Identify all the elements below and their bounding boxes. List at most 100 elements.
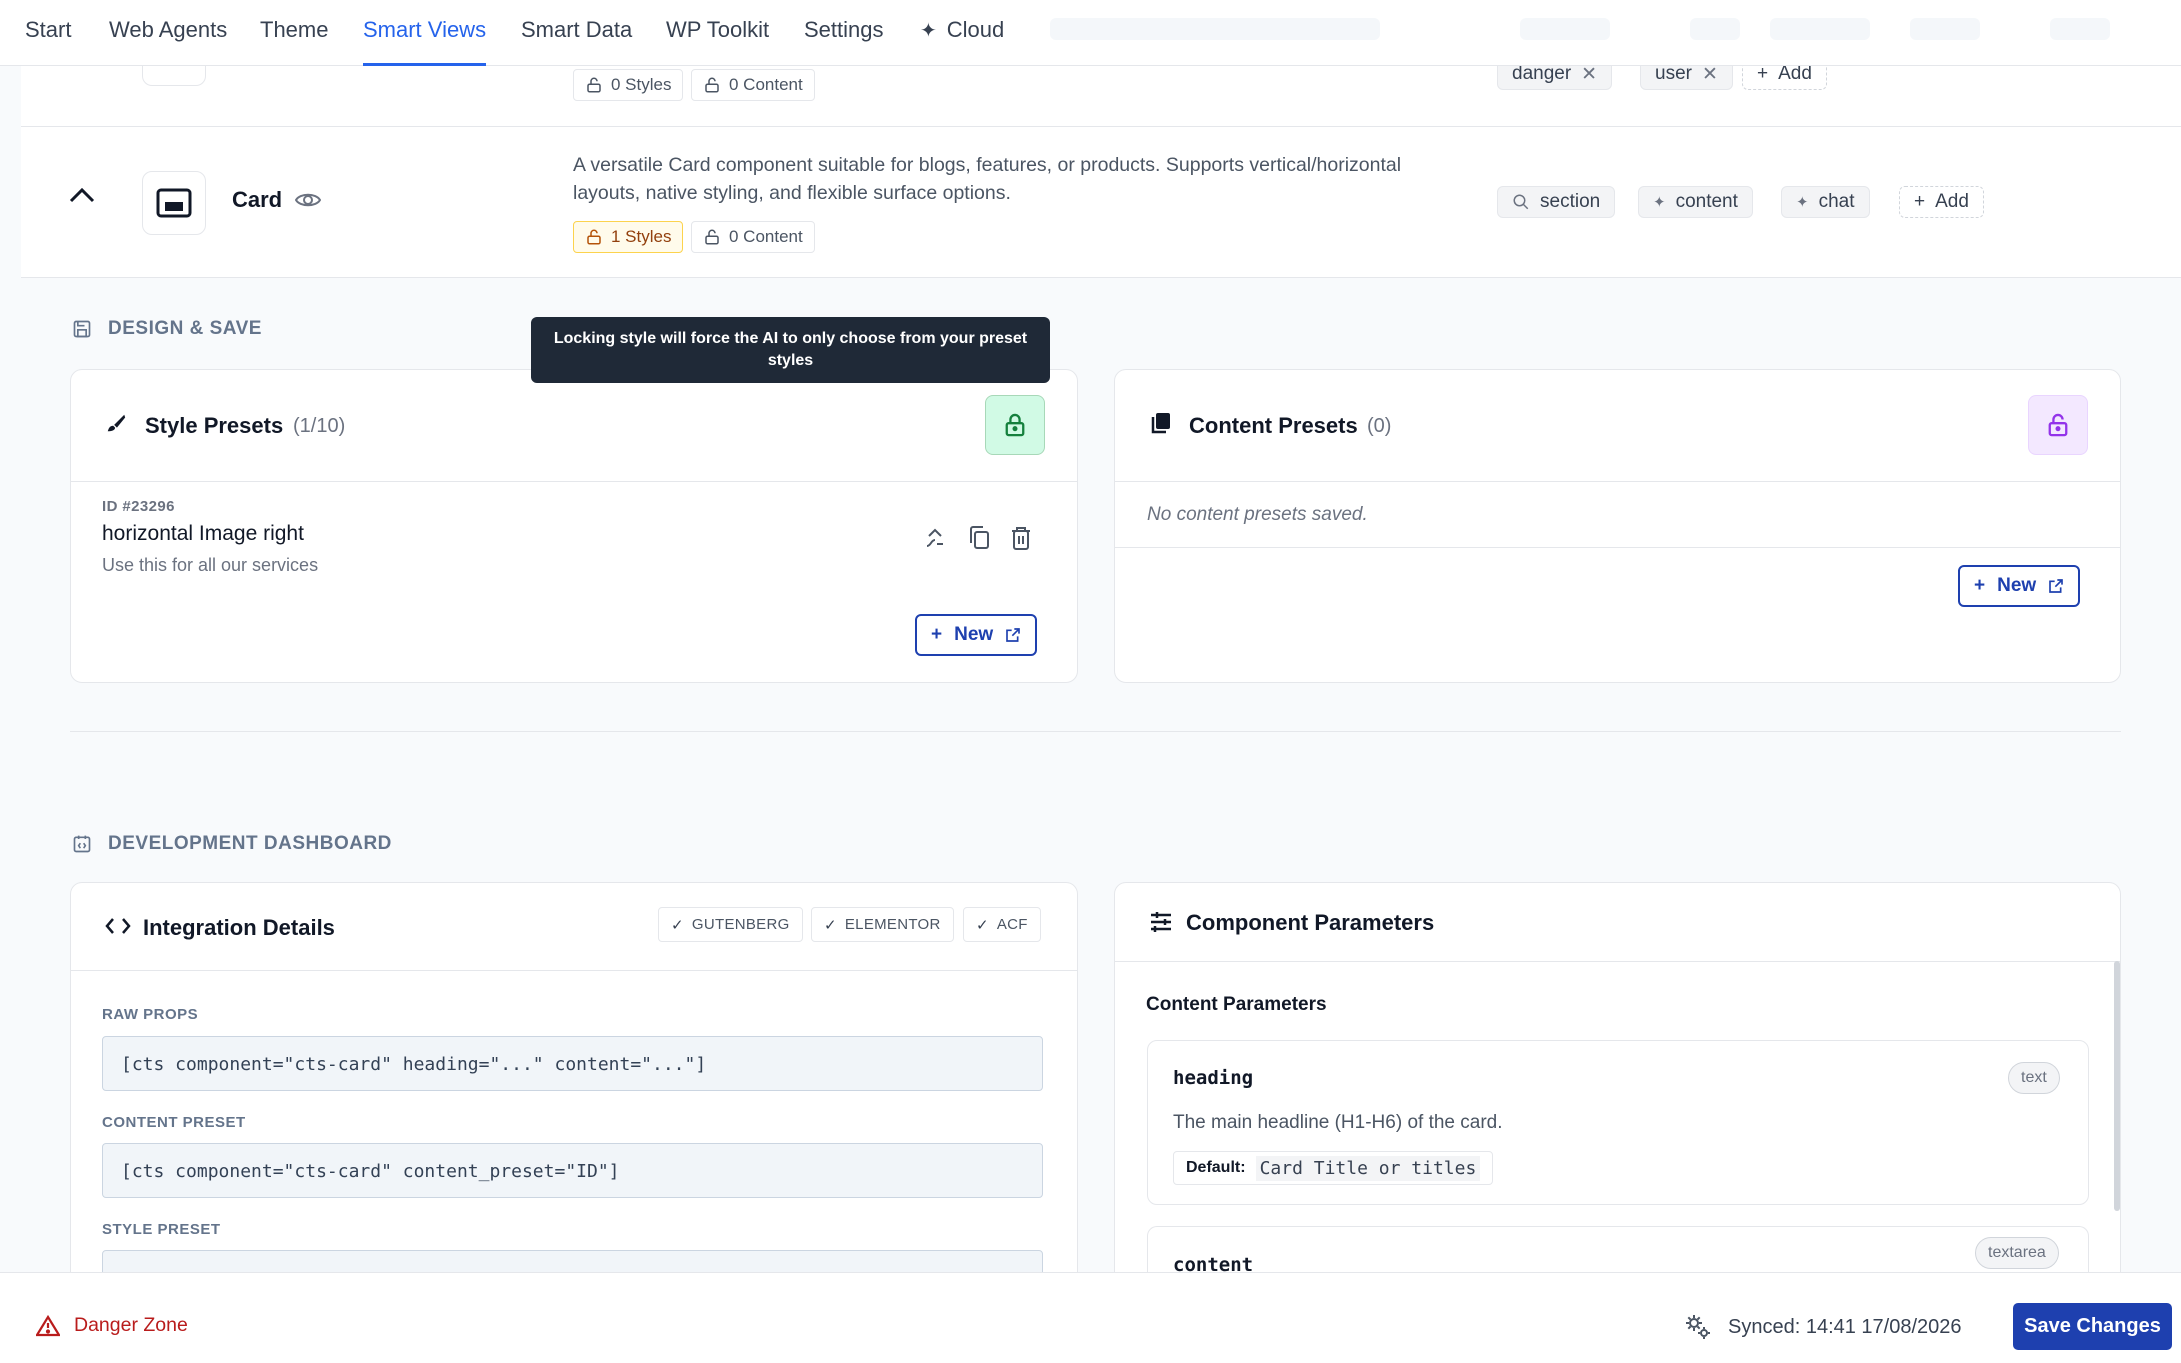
- eye-icon[interactable]: [295, 190, 321, 210]
- nav-wp-toolkit[interactable]: WP Toolkit: [666, 17, 769, 66]
- content-preset-code[interactable]: [cts component="cts-card" content_preset…: [102, 1143, 1043, 1198]
- nav-settings[interactable]: Settings: [804, 17, 884, 66]
- section-divider: [70, 731, 2121, 732]
- style-presets-count: (1/10): [293, 415, 346, 437]
- component-parameters-header: Component Parameters: [1115, 883, 2120, 962]
- tag-label: content: [1675, 191, 1738, 212]
- nav-theme[interactable]: Theme: [260, 17, 328, 66]
- styles-lock-badge[interactable]: 0 Styles: [573, 69, 684, 101]
- bottom-action-bar: Danger Zone Synced: 14:41 17/08/2026: [0, 1272, 2181, 1363]
- styles-count: 1 Styles: [611, 227, 672, 246]
- lock-icon: [1004, 413, 1026, 437]
- pages-icon: [1151, 412, 1171, 434]
- tag-chip[interactable]: section: [1497, 186, 1616, 218]
- lock-styles-button[interactable]: [985, 395, 1045, 455]
- faded-control-placeholder: [1910, 18, 1980, 40]
- style-presets-title: Style Presets: [145, 413, 284, 438]
- styles-count: 0 Styles: [611, 75, 672, 94]
- check-icon: ✓: [824, 916, 837, 934]
- code-calendar-icon: [72, 834, 92, 854]
- raw-props-label: RAW PROPS: [102, 1006, 199, 1023]
- new-button-label: New: [1997, 575, 2037, 596]
- default-value: Card Title or titles: [1255, 1155, 1481, 1181]
- add-tag-label: Add: [1778, 63, 1812, 84]
- brush-icon: [105, 412, 127, 434]
- content-presets-panel: Content Presets (0) No content presets s…: [1114, 369, 2121, 683]
- gears-icon: [1684, 1313, 1712, 1341]
- component-description: A versatile Card component suitable for …: [573, 154, 1402, 204]
- synced-timestamp: Synced: 14:41 17/08/2026: [1728, 1315, 1962, 1338]
- lock-style-tooltip: Locking style will force the AI to only …: [531, 317, 1050, 383]
- tag-chip[interactable]: ✦ chat: [1781, 186, 1870, 218]
- section-title-text: DEVELOPMENT DASHBOARD: [108, 833, 392, 854]
- tag-chip[interactable]: ✦ content: [1638, 186, 1753, 218]
- sliders-icon: [1149, 911, 1173, 933]
- sparkle-icon: ✦: [1653, 194, 1666, 211]
- copy-icon[interactable]: [967, 525, 991, 551]
- integration-badge-label: ELEMENTOR: [844, 916, 941, 933]
- raw-props-code[interactable]: [cts component="cts-card" heading="..." …: [102, 1036, 1043, 1091]
- tag-label: section: [1540, 191, 1601, 212]
- plus-icon: +: [1914, 191, 1926, 212]
- parameters-group-title: Content Parameters: [1146, 994, 1327, 1015]
- integration-badge-label: GUTENBERG: [691, 916, 790, 933]
- integration-details-panel: Integration Details ✓ GUTENBERG ✓ ELEMEN…: [70, 882, 1078, 1302]
- scrollbar-thumb[interactable]: [2114, 961, 2120, 1211]
- preset-description: Use this for all our services: [102, 555, 319, 575]
- integration-details-title: Integration Details: [143, 915, 335, 940]
- nav-start[interactable]: Start: [25, 17, 71, 66]
- component-row-card: Card A versatile Card component suitable…: [21, 127, 2181, 278]
- nav-cloud[interactable]: ✦ Cloud: [920, 17, 1004, 66]
- integration-badge-acf: ✓ ACF: [963, 907, 1041, 942]
- plus-icon: +: [1974, 575, 1986, 596]
- style-preset-label: STYLE PRESET: [102, 1221, 221, 1238]
- parameter-type-pill: textarea: [1975, 1237, 2059, 1269]
- content-presets-header: Content Presets (0): [1115, 370, 2120, 482]
- parameter-default-box: Default: Card Title or titles: [1173, 1151, 1494, 1185]
- tag-label: user: [1655, 63, 1692, 84]
- lock-content-button[interactable]: [2028, 395, 2088, 455]
- parameter-card-heading: heading text The main headline (H1-H6) o…: [1147, 1040, 2089, 1205]
- trash-icon[interactable]: [1009, 525, 1033, 551]
- nav-cloud-label: Cloud: [946, 17, 1005, 42]
- content-count: 0 Content: [729, 75, 803, 94]
- chat-bubble-icon: [1512, 193, 1530, 211]
- integration-badge-label: ACF: [996, 916, 1028, 933]
- nav-web-agents[interactable]: Web Agents: [109, 17, 227, 66]
- tag-label: chat: [1818, 191, 1855, 212]
- card-component-icon: [142, 171, 206, 235]
- unlock-icon: [585, 228, 603, 246]
- new-content-preset-button[interactable]: + New: [1958, 565, 2081, 607]
- content-lock-badge[interactable]: 0 Content: [691, 221, 815, 253]
- danger-zone-link[interactable]: Danger Zone: [36, 1314, 188, 1337]
- styles-lock-badge[interactable]: 1 Styles: [573, 221, 684, 253]
- empty-state-text: No content presets saved.: [1147, 504, 1368, 525]
- chevron-up-icon[interactable]: [69, 187, 95, 203]
- faded-text-placeholder: [1050, 18, 1380, 40]
- nav-smart-data[interactable]: Smart Data: [521, 17, 632, 66]
- plus-icon: +: [931, 624, 943, 645]
- save-disk-icon: [72, 319, 92, 339]
- unlock-icon: [2047, 413, 2069, 437]
- check-icon: ✓: [976, 916, 989, 934]
- add-tag-button[interactable]: + Add: [1899, 186, 1984, 218]
- faded-control-placeholder: [1690, 18, 1740, 40]
- apply-style-icon[interactable]: [923, 526, 947, 550]
- content-presets-title: Content Presets: [1189, 413, 1358, 438]
- unlock-icon: [703, 76, 721, 94]
- nav-smart-views[interactable]: Smart Views: [363, 17, 487, 66]
- sparkle-icon: ✦: [1796, 194, 1809, 211]
- new-style-preset-button[interactable]: + New: [915, 614, 1038, 656]
- parameter-type-pill: text: [2008, 1062, 2060, 1094]
- preset-name: horizontal Image right: [102, 522, 304, 545]
- save-changes-button[interactable]: Save Changes: [2013, 1303, 2172, 1350]
- integration-badge-gutenberg: ✓ GUTENBERG: [658, 907, 803, 942]
- content-lock-badge[interactable]: 0 Content: [691, 69, 815, 101]
- component-row-previous: 0 Styles 0 Content danger ✕ user ✕ + Add: [21, 46, 2181, 127]
- style-presets-panel: Style Presets (1/10) ID #23296 horizonta…: [70, 369, 1078, 683]
- integration-badge-elementor: ✓ ELEMENTOR: [811, 907, 954, 942]
- content-presets-count: (0): [1367, 415, 1392, 437]
- external-link-icon: [2048, 578, 2064, 594]
- sync-status: Synced: 14:41 17/08/2026: [1684, 1313, 1962, 1341]
- tag-label: danger: [1512, 63, 1572, 84]
